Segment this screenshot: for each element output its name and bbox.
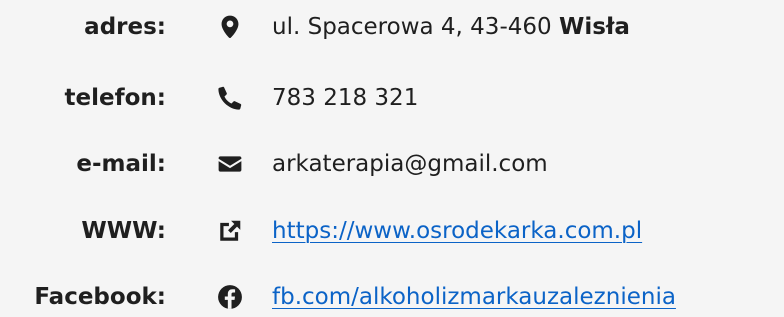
- phone-value[interactable]: 783 218 321: [272, 78, 418, 118]
- phone-row: telefon: 783 218 321: [0, 78, 784, 118]
- address-street: ul. Spacerowa 4, 43-460: [272, 14, 552, 40]
- address-label: adres:: [84, 14, 166, 40]
- map-marker-icon: [217, 14, 243, 40]
- address-city: Wisła: [558, 14, 630, 40]
- phone-icon: [217, 85, 243, 111]
- address-value: ul. Spacerowa 4, 43-460 Wisła: [272, 7, 630, 47]
- phone-label: telefon:: [64, 85, 166, 111]
- facebook-icon: [217, 284, 243, 310]
- email-value[interactable]: arkaterapia@gmail.com: [272, 144, 548, 184]
- contact-info-panel: adres: ul. Spacerowa 4, 43-460 Wisła tel…: [0, 0, 784, 311]
- facebook-link[interactable]: fb.com/alkoholizmarkauzaleznienia: [272, 277, 676, 317]
- facebook-row: Facebook: fb.com/alkoholizmarkauzaleznie…: [0, 277, 784, 317]
- website-link[interactable]: https://www.osrodekarka.com.pl: [272, 211, 642, 251]
- envelope-icon: [217, 151, 243, 177]
- website-row: WWW: https://www.osrodekarka.com.pl: [0, 211, 784, 251]
- email-label: e-mail:: [76, 151, 166, 177]
- website-label: WWW:: [81, 218, 166, 244]
- facebook-label: Facebook:: [34, 284, 166, 310]
- email-row: e-mail: arkaterapia@gmail.com: [0, 144, 784, 184]
- external-link-icon: [217, 218, 243, 244]
- address-row: adres: ul. Spacerowa 4, 43-460 Wisła: [0, 7, 784, 47]
